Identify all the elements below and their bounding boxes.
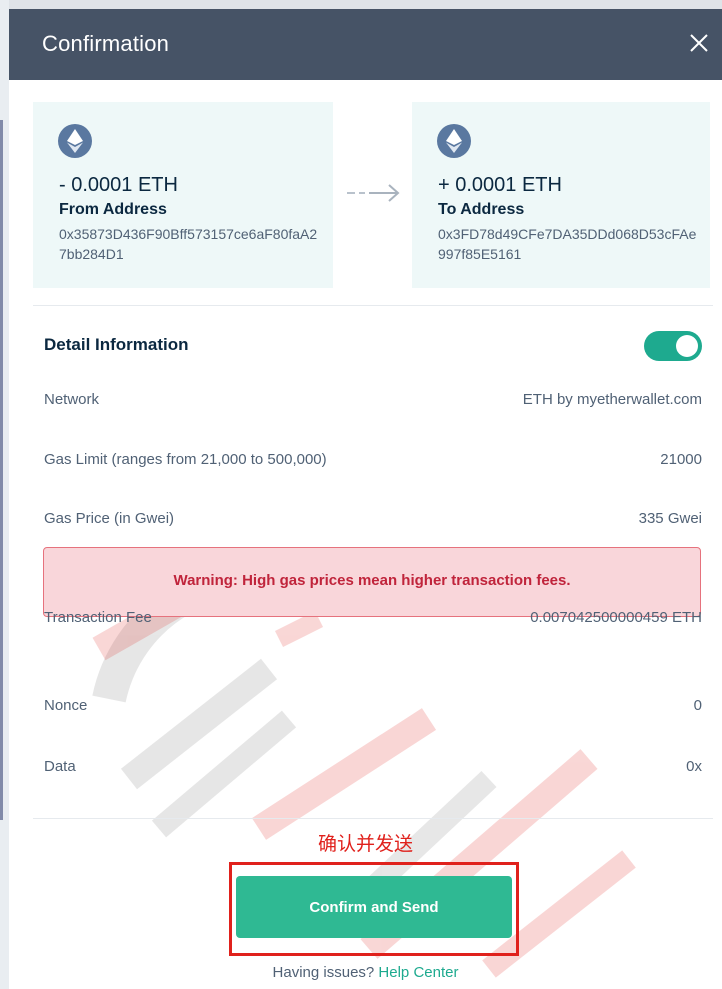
annotation-label: 确认并发送 <box>317 833 413 855</box>
from-card: - 0.0001 ETH From Address 0x35873D436F90… <box>33 102 333 288</box>
close-icon[interactable] <box>686 30 712 56</box>
network-value: ETH by myetherwallet.com <box>522 391 702 408</box>
arrow-right-icon <box>345 181 403 205</box>
warning-text: Warning: High gas prices mean higher tra… <box>173 572 571 589</box>
eth-icon <box>437 124 471 158</box>
gas-price-row: Gas Price (in Gwei) 335 Gwei <box>44 510 702 532</box>
modal-header: Confirmation <box>9 9 722 80</box>
gas-price-value: 335 Gwei <box>638 510 702 527</box>
gas-limit-value: 21000 <box>660 451 702 468</box>
high-gas-warning: Warning: High gas prices mean higher tra… <box>43 547 701 617</box>
network-label: Network <box>44 391 100 408</box>
gas-limit-label: Gas Limit (ranges from 21,000 to 500,000… <box>44 451 327 468</box>
detail-information-toggle[interactable] <box>644 331 702 361</box>
to-card: + 0.0001 ETH To Address 0x3FD78d49CFe7DA… <box>412 102 710 288</box>
eth-icon <box>58 124 92 158</box>
divider <box>33 305 713 306</box>
nonce-value: 0 <box>693 697 702 714</box>
from-amount: - 0.0001 ETH <box>59 174 178 196</box>
nonce-row: Nonce 0 <box>44 697 702 719</box>
divider <box>33 818 713 819</box>
from-address: 0x35873D436F90Bff573157ce6aF80faA27bb284… <box>59 226 318 262</box>
confirmation-modal: Confirmation - 0.0001 ETH From Address 0… <box>9 9 722 989</box>
data-row: Data 0x <box>44 758 702 780</box>
confirm-and-send-button[interactable]: Confirm and Send <box>236 876 512 938</box>
toggle-knob <box>676 335 698 357</box>
network-row: Network ETH by myetherwallet.com <box>44 391 702 413</box>
data-label: Data <box>44 758 76 775</box>
transaction-fee-label: Transaction Fee <box>44 609 152 626</box>
data-value: 0x <box>686 758 702 775</box>
modal-title: Confirmation <box>42 31 170 56</box>
detail-information-title: Detail Information <box>44 335 189 354</box>
help-prefix: Having issues? <box>272 964 375 981</box>
transaction-fee-value: 0.007042500000459 ETH <box>530 609 702 626</box>
to-amount: + 0.0001 ETH <box>438 174 562 196</box>
background-strip-top <box>0 0 722 9</box>
background-strip-left <box>0 0 9 989</box>
from-address-label: From Address <box>59 201 167 218</box>
gas-price-label: Gas Price (in Gwei) <box>44 510 175 527</box>
transaction-fee-row: Transaction Fee 0.007042500000459 ETH <box>44 609 702 631</box>
gas-limit-row: Gas Limit (ranges from 21,000 to 500,000… <box>44 451 702 473</box>
help-center-link[interactable]: Help Center <box>378 964 458 981</box>
nonce-label: Nonce <box>44 697 88 714</box>
to-address: 0x3FD78d49CFe7DA35DDd068D53cFAe997f85E51… <box>438 226 697 262</box>
to-address-label: To Address <box>438 201 525 218</box>
help-text: Having issues? Help Center <box>9 964 722 981</box>
